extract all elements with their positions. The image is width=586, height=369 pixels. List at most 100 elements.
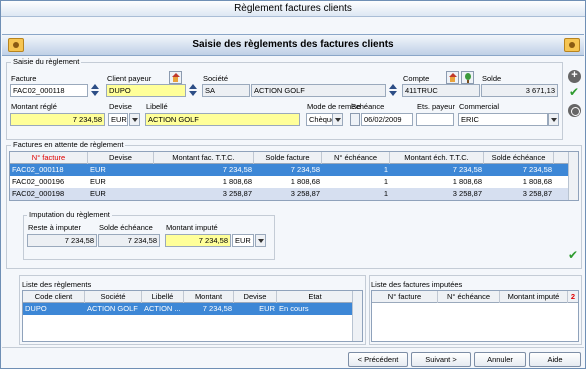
imputees-header-row: N° facture N° échéance Montant imputé 2: [372, 291, 578, 303]
table-row[interactable]: DUPO ACTION GOLF ACTION ... 7 234,58 EUR…: [23, 303, 362, 315]
cell-devise: EUR: [90, 165, 106, 174]
col-imp-montant[interactable]: Montant imputé: [500, 291, 568, 303]
col-montant-ech[interactable]: Montant éch. T.T.C.: [390, 152, 484, 164]
col-num-echeance[interactable]: N° échéance: [322, 152, 390, 164]
cell-montant-ech: 7 234,58: [452, 165, 482, 174]
devise-label: Devise: [109, 102, 132, 111]
col-solde-facture[interactable]: Solde facture: [254, 152, 322, 164]
imputation-devise-select[interactable]: EUR: [232, 234, 254, 247]
devise-select[interactable]: EUR: [108, 113, 128, 126]
col-num-facture[interactable]: N° facture: [10, 152, 88, 164]
reglements-grid[interactable]: Code client Société Libellé Montant Devi…: [22, 290, 363, 342]
cell-montant-fac: 1 808,68: [222, 177, 252, 186]
col-montant[interactable]: Montant: [184, 291, 234, 303]
commercial-label: Commercial: [459, 102, 500, 111]
col-solde-echeance[interactable]: Solde échéance: [484, 152, 554, 164]
calendar-icon[interactable]: [350, 113, 360, 126]
col-etat[interactable]: Etat: [277, 291, 354, 303]
col-libelle[interactable]: Libellé: [142, 291, 184, 303]
col-montant-fac[interactable]: Montant fac. T.T.C.: [154, 152, 254, 164]
societe-code-field: SA: [202, 84, 250, 97]
cell-num-echeance: 1: [383, 165, 388, 174]
page-title: Saisie des règlements des factures clien…: [192, 39, 394, 50]
cell-montant: 7 234,58: [202, 304, 232, 313]
reglements-list-title: Liste des règlements: [22, 280, 92, 289]
societe-spin-icon[interactable]: [388, 84, 398, 97]
cell-solde-echeance: 1 808,68: [522, 177, 552, 186]
ets-payeur-field[interactable]: [416, 113, 454, 126]
col-imp-num-echeance[interactable]: N° échéance: [438, 291, 500, 303]
col-societe[interactable]: Société: [85, 291, 142, 303]
client-payeur-label: Client payeur: [107, 74, 152, 83]
cell-societe: ACTION GOLF: [87, 304, 138, 313]
col-code-client[interactable]: Code client: [23, 291, 85, 303]
col-devise[interactable]: Devise: [234, 291, 277, 303]
commercial-dropdown-icon[interactable]: [548, 113, 559, 126]
cell-montant-fac: 3 258,87: [222, 189, 252, 198]
header-right-icon: [564, 38, 580, 52]
cell-montant-fac: 7 234,58: [222, 165, 252, 174]
cell-solde-facture: 7 234,58: [290, 165, 320, 174]
commercial-select[interactable]: ERIC: [458, 113, 548, 126]
echeance-field[interactable]: 06/02/2009: [361, 113, 413, 126]
libelle-field[interactable]: ACTION GOLF: [145, 113, 300, 126]
mode-remise-dropdown-icon[interactable]: [332, 113, 343, 126]
cell-solde-facture: 1 808,68: [290, 177, 320, 186]
imputation-devise-dropdown-icon[interactable]: [255, 234, 266, 247]
cell-devise: EUR: [90, 189, 106, 198]
header-left-icon: [8, 38, 24, 52]
table-row[interactable]: FAC02_000198 EUR 3 258,87 3 258,87 1 3 2…: [10, 188, 578, 200]
remove-icon[interactable]: [568, 104, 581, 117]
cell-num-echeance: 1: [383, 177, 388, 186]
validate-icon[interactable]: [568, 86, 581, 100]
factures-scrollbar[interactable]: [568, 152, 578, 200]
compte-field: 411TRUC: [402, 84, 480, 97]
solde-label: Solde: [482, 74, 502, 83]
imputees-grid[interactable]: N° facture N° échéance Montant imputé 2: [371, 290, 579, 342]
imputees-list-title: Liste des factures imputées: [371, 280, 463, 289]
compte-label: Compte: [403, 74, 430, 83]
societe-label: Société: [203, 74, 229, 83]
reglements-header-row: Code client Société Libellé Montant Devi…: [23, 291, 362, 303]
cell-solde-echeance: 7 234,58: [522, 165, 552, 174]
facture-field[interactable]: FAC02_000118: [10, 84, 88, 97]
cell-devise: EUR: [90, 177, 106, 186]
reste-label: Reste à imputer: [28, 223, 81, 232]
factures-header-row: N° facture Devise Montant fac. T.T.C. So…: [10, 152, 578, 164]
bottom-separator: [2, 347, 584, 348]
client-home-icon[interactable]: [169, 71, 182, 84]
montant-regle-field[interactable]: 7 234,58: [10, 113, 105, 126]
cell-num-echeance: 1: [383, 189, 388, 198]
reglement-group-label: Saisie du règlement: [11, 57, 82, 66]
col-devise[interactable]: Devise: [88, 152, 154, 164]
aide-button[interactable]: Aide: [529, 352, 581, 367]
table-row[interactable]: FAC02_000118 EUR 7 234,58 7 234,58 1 7 2…: [10, 164, 578, 176]
reglements-scrollbar[interactable]: [352, 291, 362, 341]
reglement-group: [6, 62, 563, 140]
compte-home-icon[interactable]: [446, 71, 459, 84]
compte-tree-icon[interactable]: [461, 71, 474, 84]
cell-etat: En cours: [279, 304, 309, 313]
col-imp-num-facture[interactable]: N° facture: [372, 291, 438, 303]
add-icon[interactable]: [568, 69, 581, 83]
table-row[interactable]: FAC02_000196 EUR 1 808,68 1 808,68 1 1 8…: [10, 176, 578, 188]
suivant-button[interactable]: Suivant >: [411, 352, 471, 367]
montant-impute-field[interactable]: 7 234,58: [165, 234, 231, 247]
libelle-label: Libellé: [146, 102, 168, 111]
devise-dropdown-icon[interactable]: [129, 113, 140, 126]
societe-name-field: ACTION GOLF: [251, 84, 386, 97]
cell-devise: EUR: [259, 304, 275, 313]
sort-marker: 2: [570, 292, 576, 301]
client-payeur-field[interactable]: DUPO: [106, 84, 186, 97]
window-title: Règlement factures clients: [1, 1, 585, 17]
montant-impute-label: Montant imputé: [166, 223, 218, 232]
precedent-button[interactable]: < Précédent: [348, 352, 408, 367]
factures-group-label: Factures en attente de règlement: [11, 140, 126, 149]
factures-grid[interactable]: N° facture Devise Montant fac. T.T.C. So…: [9, 151, 579, 201]
facture-spin-icon[interactable]: [90, 84, 100, 97]
client-spin-icon[interactable]: [188, 84, 198, 97]
cell-num-facture: FAC02_000196: [12, 177, 65, 186]
imputation-group-label: Imputation du règlement: [27, 210, 112, 219]
annuler-button[interactable]: Annuler: [474, 352, 526, 367]
impute-validate-icon[interactable]: [567, 249, 580, 263]
